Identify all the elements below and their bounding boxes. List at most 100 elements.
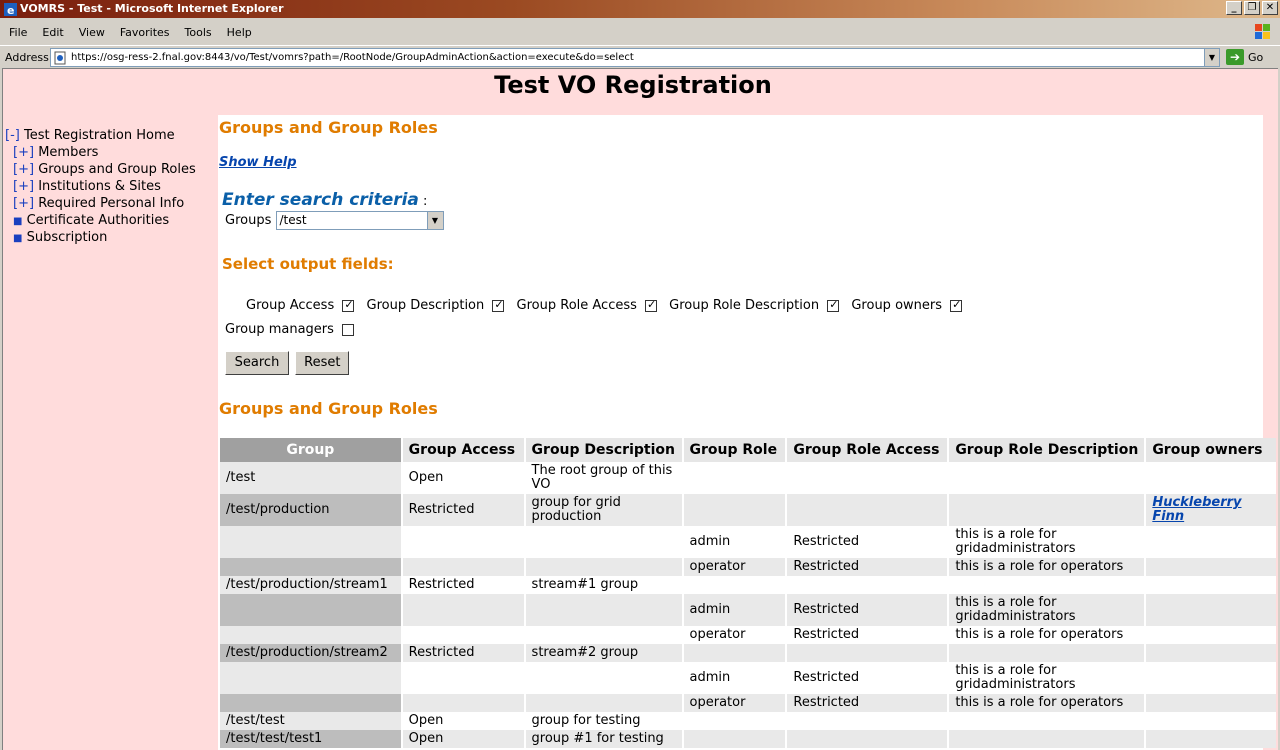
address-url: https://osg-ress-2.fnal.gov:8443/vo/Test… xyxy=(71,52,634,63)
table-cell xyxy=(220,594,401,626)
table-cell: /test xyxy=(220,462,401,494)
table-cell: Restricted xyxy=(787,526,948,558)
table-cell: Restricted xyxy=(787,662,948,694)
go-button[interactable]: ➔ Go xyxy=(1226,49,1263,65)
table-cell xyxy=(402,662,524,694)
window-title: VOMRS - Test - Microsoft Internet Explor… xyxy=(20,2,284,15)
group-role-access-checkbox[interactable] xyxy=(645,298,658,312)
output-fields-row-2: Group managers xyxy=(225,322,355,337)
show-help-link[interactable]: Show Help xyxy=(219,155,297,170)
group-access-checkbox[interactable] xyxy=(342,298,355,312)
group-owner-link[interactable]: Huckleberry Finn xyxy=(1152,495,1241,524)
nav-item-label[interactable]: Groups and Group Roles xyxy=(38,162,196,177)
expand-toggle-icon[interactable]: [+] xyxy=(13,162,34,177)
go-label: Go xyxy=(1248,50,1264,64)
expand-toggle-icon[interactable]: [+] xyxy=(13,179,34,194)
table-cell xyxy=(525,694,682,712)
restore-button[interactable]: ❐ xyxy=(1244,1,1260,15)
nav-item-personal-info[interactable]: [+] Required Personal Info xyxy=(5,195,220,212)
address-dropdown-icon[interactable]: ▼ xyxy=(1204,49,1219,66)
nav-item-label[interactable]: Certificate Authorities xyxy=(27,213,170,228)
reset-button[interactable]: Reset xyxy=(295,351,350,375)
nav-item-label[interactable]: Members xyxy=(38,145,98,160)
table-cell xyxy=(402,526,524,558)
table-cell: Open xyxy=(402,712,524,730)
table-cell xyxy=(402,694,524,712)
collapse-toggle-icon[interactable]: [-] xyxy=(5,128,20,143)
address-label: Address xyxy=(5,50,49,64)
table-cell xyxy=(683,730,786,748)
nav-item-label[interactable]: Institutions & Sites xyxy=(38,179,161,194)
window-titlebar: e VOMRS - Test - Microsoft Internet Expl… xyxy=(0,0,1280,18)
nav-item-institutions[interactable]: [+] Institutions & Sites xyxy=(5,178,220,195)
results-table: Group Group Access Group Description Gro… xyxy=(218,438,1278,748)
nav-home[interactable]: [-] Test Registration Home xyxy=(5,127,220,144)
nav-item-members[interactable]: [+] Members xyxy=(5,144,220,161)
table-cell: operator xyxy=(683,558,786,576)
table-header-row: Group Group Access Group Description Gro… xyxy=(220,438,1276,462)
table-row: /test/test/test1 Open group #1 for testing xyxy=(220,730,1276,748)
menu-edit[interactable]: Edit xyxy=(36,26,69,39)
menu-view[interactable]: View xyxy=(73,26,111,39)
table-cell xyxy=(683,494,786,526)
table-cell: Restricted xyxy=(402,576,524,594)
groups-select[interactable]: /test ▼ xyxy=(275,211,444,230)
table-row: /test/production/stream2 Restricted stream… xyxy=(220,644,1276,662)
nav-item-subscription[interactable]: ■ Subscription xyxy=(5,229,220,246)
table-cell: /test/production xyxy=(220,494,401,526)
page-icon xyxy=(53,51,67,65)
svg-text:e: e xyxy=(7,4,14,16)
table-cell: stream#1 group xyxy=(525,576,682,594)
table-cell xyxy=(787,644,948,662)
section-title: Groups and Group Roles xyxy=(219,118,438,137)
table-row: operator Restricted this is a role for ope… xyxy=(220,626,1276,644)
group-description-checkbox[interactable] xyxy=(492,298,505,312)
group-role-description-checkbox[interactable] xyxy=(827,298,840,312)
table-cell xyxy=(787,494,948,526)
table-cell xyxy=(525,594,682,626)
nav-item-groups[interactable]: [+] Groups and Group Roles xyxy=(5,161,220,178)
table-row: operator Restricted this is a role for ope… xyxy=(220,558,1276,576)
group-managers-checkbox[interactable] xyxy=(342,323,355,336)
table-cell: operator xyxy=(683,626,786,644)
chevron-down-icon[interactable]: ▼ xyxy=(426,212,443,229)
table-cell: Restricted xyxy=(787,626,948,644)
table-cell xyxy=(525,558,682,576)
expand-toggle-icon[interactable]: [+] xyxy=(13,196,34,211)
table-cell xyxy=(525,526,682,558)
table-cell xyxy=(787,712,948,730)
table-cell: Huckleberry Finn xyxy=(1146,494,1276,526)
menu-help[interactable]: Help xyxy=(221,26,258,39)
menu-tools[interactable]: Tools xyxy=(179,26,218,39)
field-label: Group Description xyxy=(366,298,485,313)
minimize-button[interactable]: _ xyxy=(1226,1,1242,15)
column-header: Group owners xyxy=(1146,438,1276,462)
table-cell: this is a role for gridadministrators xyxy=(949,662,1145,694)
nav-item-label[interactable]: Subscription xyxy=(27,230,108,245)
results-table-body: /test Open The root group of this VO/test/… xyxy=(220,462,1276,748)
table-cell xyxy=(220,558,401,576)
table-cell xyxy=(787,576,948,594)
table-cell: Open xyxy=(402,462,524,494)
nav-item-label[interactable]: Required Personal Info xyxy=(38,196,184,211)
table-row: /test Open The root group of this VO xyxy=(220,462,1276,494)
table-cell xyxy=(1146,662,1276,694)
table-cell xyxy=(1146,694,1276,712)
expand-toggle-icon[interactable]: [+] xyxy=(13,145,34,160)
nav-item-cert-authorities[interactable]: ■ Certificate Authorities xyxy=(5,212,220,229)
table-cell: /test/production/stream1 xyxy=(220,576,401,594)
menu-favorites[interactable]: Favorites xyxy=(114,26,176,39)
menu-file[interactable]: File xyxy=(3,26,33,39)
table-cell: this is a role for gridadministrators xyxy=(949,526,1145,558)
group-owners-checkbox[interactable] xyxy=(950,298,963,312)
nav-home-label[interactable]: Test Registration Home xyxy=(24,128,175,143)
search-button[interactable]: Search xyxy=(225,351,289,375)
address-input[interactable]: https://osg-ress-2.fnal.gov:8443/vo/Test… xyxy=(50,48,1220,67)
table-cell xyxy=(683,644,786,662)
close-button[interactable]: ✕ xyxy=(1262,1,1278,15)
table-cell xyxy=(1146,576,1276,594)
table-cell xyxy=(949,576,1145,594)
menu-bar: File Edit View Favorites Tools Help xyxy=(0,22,1280,42)
table-cell: The root group of this VO xyxy=(525,462,682,494)
table-cell xyxy=(525,626,682,644)
